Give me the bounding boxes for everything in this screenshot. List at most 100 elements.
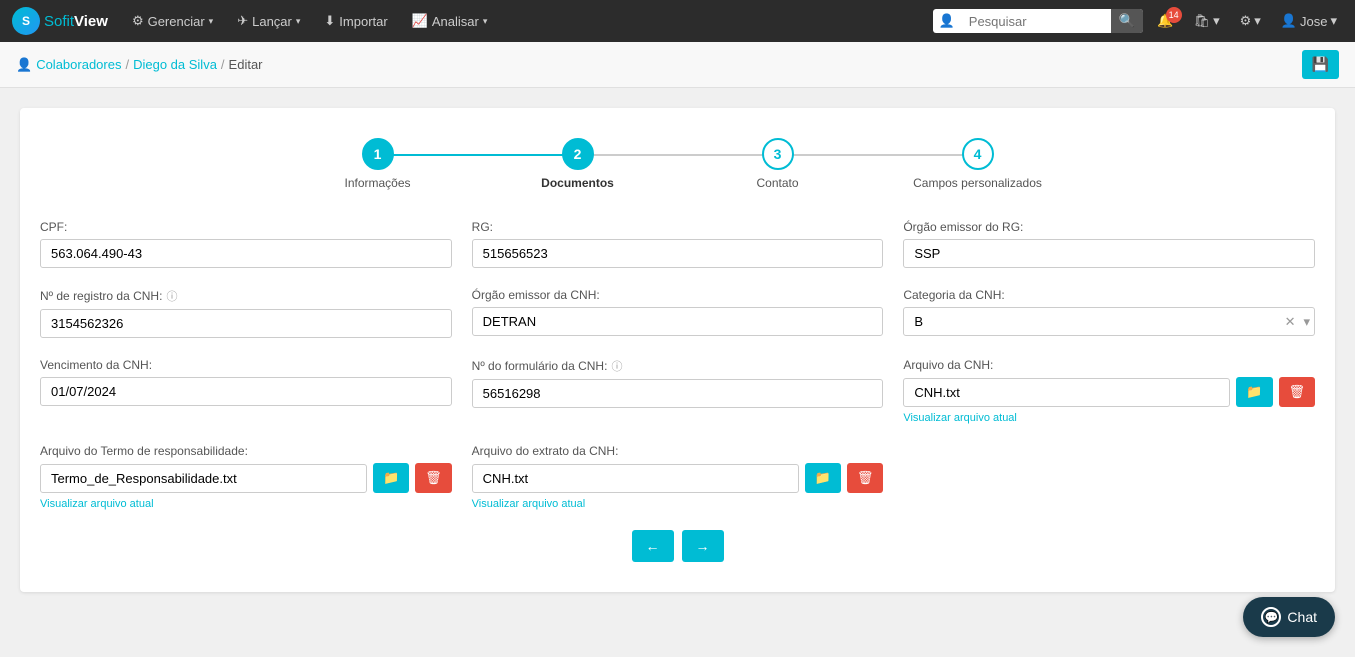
step-label-2: Documentos	[541, 176, 614, 190]
arquivo-cnh-folder-btn[interactable]: 📁	[1236, 377, 1272, 407]
categoria-cnh-group: Categoria da CNH: B A AB C D E ✕ ▾	[903, 288, 1315, 338]
extrato-view-link[interactable]: Visualizar arquivo atual	[472, 498, 884, 510]
brand: S SofitView	[12, 7, 108, 35]
navbar-right: 👤 🔍 🔔 14 🛍 ▾ ⚙ ▾ 👤 Jose ▾	[933, 9, 1343, 33]
rg-label: RG:	[472, 220, 884, 234]
gear-icon: ⚙	[132, 13, 144, 29]
user-menu[interactable]: 👤 Jose ▾	[1275, 9, 1343, 33]
rg-input[interactable]	[472, 239, 884, 268]
formulario-group: Nº do formulário da CNH: ⓘ	[472, 358, 884, 424]
termo-delete-btn[interactable]: 🗑	[415, 463, 452, 493]
breadcrumb-editar: Editar	[229, 57, 263, 72]
arquivo-cnh-file-group: 📁 🗑	[903, 377, 1315, 407]
cnh-reg-input[interactable]	[40, 309, 452, 338]
nav-importar[interactable]: ⬇ Importar	[314, 7, 397, 35]
search-box[interactable]: 👤 🔍	[933, 9, 1144, 33]
orgao-cnh-label: Órgão emissor da CNH:	[472, 288, 884, 302]
arquivo-cnh-group: Arquivo da CNH: 📁 🗑 Visualizar arquivo a…	[903, 358, 1315, 424]
step-1: 1 Informações	[278, 138, 478, 190]
extrato-folder-btn[interactable]: 📁	[805, 463, 841, 493]
chevron-down-icon: ▾	[1330, 13, 1337, 29]
termo-view-link[interactable]: Visualizar arquivo atual	[40, 498, 452, 510]
select-clear-icon[interactable]: ✕	[1281, 314, 1300, 330]
arquivo-cnh-label: Arquivo da CNH:	[903, 358, 1315, 372]
save-button[interactable]: 💾	[1302, 50, 1339, 79]
categoria-cnh-select[interactable]: B A AB C D E	[904, 308, 1280, 335]
formulario-label: Nº do formulário da CNH: ⓘ	[472, 358, 884, 374]
bag-icon: 🛍	[1194, 13, 1211, 29]
chevron-down-icon: ▾	[483, 16, 488, 27]
form-row-1: CPF: RG: Órgão emissor do RG:	[40, 220, 1315, 268]
nav-buttons: ← →	[40, 530, 1315, 562]
step-circle-1: 1	[362, 138, 394, 170]
chevron-down-icon: ▾	[1213, 13, 1220, 29]
formulario-input[interactable]	[472, 379, 884, 408]
chat-icon: 💬	[1261, 607, 1281, 627]
settings-icon: ⚙	[1240, 13, 1252, 29]
orgao-cnh-input[interactable]	[472, 307, 884, 336]
rg-group: RG:	[472, 220, 884, 268]
step-circle-3: 3	[762, 138, 794, 170]
arquivo-cnh-view-link[interactable]: Visualizar arquivo atual	[903, 412, 1315, 424]
orgao-rg-input[interactable]	[903, 239, 1315, 268]
vencimento-input[interactable]	[40, 377, 452, 406]
step-2: 2 Documentos	[478, 138, 678, 190]
chat-button[interactable]: 💬 Chat	[1243, 597, 1335, 637]
extrato-group: Arquivo do extrato da CNH: 📁 🗑 Visualiza…	[472, 444, 884, 510]
step-circle-4: 4	[962, 138, 994, 170]
vencimento-label: Vencimento da CNH:	[40, 358, 452, 372]
notification-badge: 14	[1166, 7, 1182, 23]
step-4: 4 Campos personalizados	[878, 138, 1078, 190]
brand-name: SofitView	[44, 13, 108, 30]
nav-gerenciar[interactable]: ⚙ Gerenciar ▾	[122, 7, 223, 35]
help-icon[interactable]: ⓘ	[611, 358, 622, 374]
help-icon[interactable]: ⓘ	[166, 288, 177, 304]
breadcrumb-bar: 👤 Colaboradores / Diego da Silva / Edita…	[0, 42, 1355, 88]
termo-input[interactable]	[40, 464, 367, 493]
cpf-group: CPF:	[40, 220, 452, 268]
extrato-label: Arquivo do extrato da CNH:	[472, 444, 884, 458]
navbar: S SofitView ⚙ Gerenciar ▾ ✈ Lançar ▾ ⬇ I…	[0, 0, 1355, 42]
search-button[interactable]: 🔍	[1111, 9, 1144, 33]
nav-analisar[interactable]: 📈 Analisar ▾	[402, 7, 498, 35]
cpf-label: CPF:	[40, 220, 452, 234]
extrato-delete-btn[interactable]: 🗑	[847, 463, 884, 493]
breadcrumb-diego[interactable]: Diego da Silva	[133, 57, 217, 72]
next-button[interactable]: →	[682, 530, 724, 562]
user-icon: 👤	[933, 9, 961, 33]
search-input[interactable]	[961, 10, 1111, 33]
chevron-down-icon: ▾	[1299, 314, 1314, 330]
arquivo-cnh-input[interactable]	[903, 378, 1230, 407]
cnh-reg-label: Nº de registro da CNH: ⓘ	[40, 288, 452, 304]
vencimento-group: Vencimento da CNH:	[40, 358, 452, 424]
cpf-input[interactable]	[40, 239, 452, 268]
main-content: 1 Informações 2 Documentos 3 Contato	[0, 88, 1355, 612]
orgao-rg-label: Órgão emissor do RG:	[903, 220, 1315, 234]
bag-button[interactable]: 🛍 ▾	[1188, 9, 1226, 33]
extrato-input[interactable]	[472, 464, 799, 493]
termo-label: Arquivo do Termo de responsabilidade:	[40, 444, 452, 458]
user-icon: 👤	[1281, 13, 1297, 29]
orgao-cnh-group: Órgão emissor da CNH:	[472, 288, 884, 338]
placeholder-group	[903, 444, 1315, 510]
form-row-3: Vencimento da CNH: Nº do formulário da C…	[40, 358, 1315, 424]
cnh-reg-group: Nº de registro da CNH: ⓘ	[40, 288, 452, 338]
termo-folder-btn[interactable]: 📁	[373, 463, 409, 493]
chart-icon: 📈	[412, 13, 428, 29]
orgao-rg-group: Órgão emissor do RG:	[903, 220, 1315, 268]
arquivo-cnh-delete-btn[interactable]: 🗑	[1279, 377, 1316, 407]
termo-file-group: 📁 🗑	[40, 463, 452, 493]
nav-lancar[interactable]: ✈ Lançar ▾	[227, 7, 310, 35]
step-label-4: Campos personalizados	[913, 176, 1042, 190]
breadcrumb-colaboradores[interactable]: Colaboradores	[36, 57, 121, 72]
step-3: 3 Contato	[678, 138, 878, 190]
step-label-3: Contato	[756, 176, 798, 190]
launch-icon: ✈	[237, 13, 248, 29]
back-button[interactable]: ←	[632, 530, 674, 562]
form-row-2: Nº de registro da CNH: ⓘ Órgão emissor d…	[40, 288, 1315, 338]
stepper: 1 Informações 2 Documentos 3 Contato	[40, 138, 1315, 190]
settings-button[interactable]: ⚙ ▾	[1234, 9, 1267, 33]
import-icon: ⬇	[324, 13, 335, 29]
chevron-down-icon: ▾	[209, 16, 214, 27]
notifications-button[interactable]: 🔔 14	[1151, 9, 1179, 33]
